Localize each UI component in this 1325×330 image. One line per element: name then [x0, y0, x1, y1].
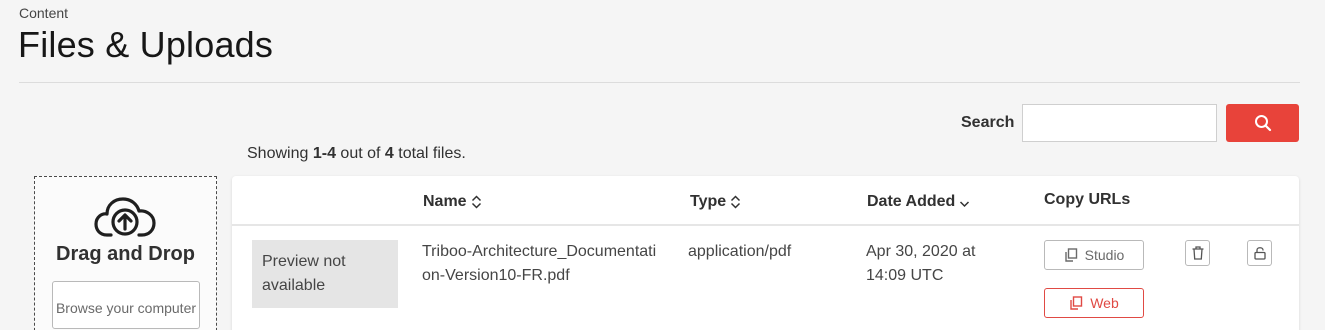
column-header-date-added[interactable]: Date Added	[867, 193, 970, 211]
column-header-copy-urls: Copy URLs	[1044, 191, 1131, 208]
search-label: Search	[961, 114, 1015, 131]
table-header-rule	[232, 224, 1299, 226]
dropzone-title: Drag and Drop	[56, 243, 195, 265]
header-divider	[19, 82, 1300, 83]
files-table: Name Type Date Added Copy URLs Preview n…	[232, 176, 1299, 330]
results-summary: Showing 1-4 out of 4 total files.	[247, 145, 466, 162]
file-date-added: Apr 30, 2020 at 14:09 UTC	[866, 243, 976, 284]
cloud-upload-icon	[94, 197, 156, 237]
browse-computer-button[interactable]: Browse your computer	[52, 281, 200, 329]
file-type: application/pdf	[688, 243, 792, 260]
page-title: Files & Uploads	[18, 24, 274, 65]
sort-icon	[731, 195, 741, 209]
unlock-icon	[1253, 247, 1266, 260]
delete-file-button[interactable]	[1185, 240, 1210, 266]
search-input[interactable]	[1022, 104, 1217, 142]
search-button[interactable]	[1226, 104, 1299, 142]
lock-file-button[interactable]	[1247, 240, 1272, 266]
breadcrumb: Content	[19, 5, 69, 21]
sort-desc-icon	[960, 201, 970, 208]
copy-studio-url-button[interactable]: Studio	[1044, 240, 1144, 270]
column-header-name[interactable]: Name	[423, 193, 482, 211]
search-icon	[1254, 115, 1271, 132]
copy-icon	[1070, 296, 1083, 310]
file-preview: Preview not available	[252, 240, 398, 308]
copy-web-url-button[interactable]: Web	[1044, 288, 1144, 318]
file-name: Triboo-Architecture_Documentation-Versio…	[422, 243, 657, 284]
column-header-type[interactable]: Type	[690, 193, 741, 211]
sort-icon	[471, 195, 481, 209]
upload-dropzone[interactable]: Drag and Drop Browse your computer	[34, 176, 217, 330]
copy-icon	[1064, 248, 1077, 262]
trash-icon	[1192, 246, 1203, 260]
